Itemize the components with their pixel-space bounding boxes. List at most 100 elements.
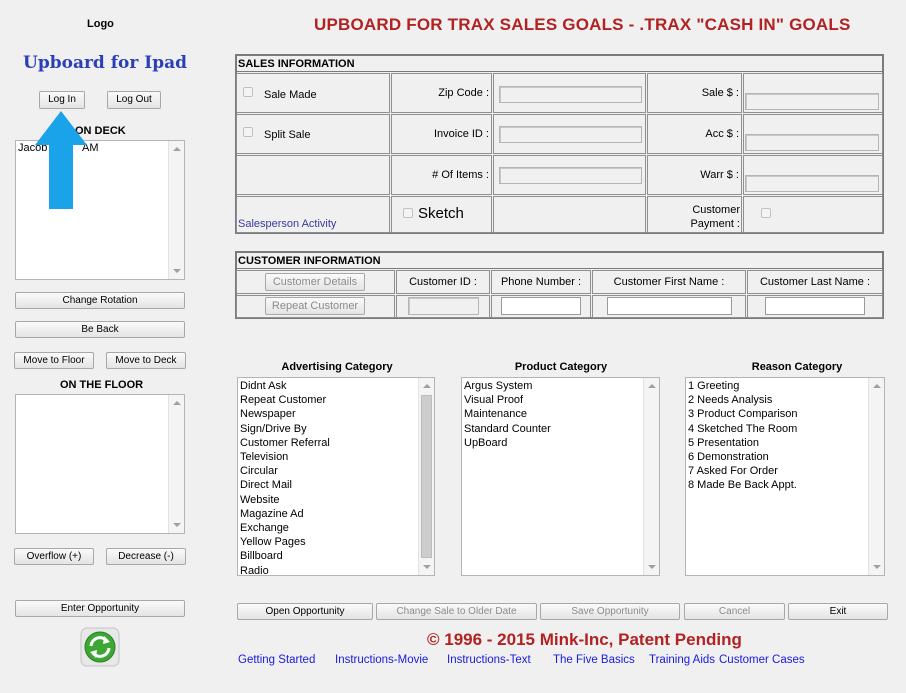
zip-code-field[interactable]	[499, 86, 642, 103]
list-item[interactable]: Didnt Ask	[240, 379, 330, 393]
change-sale-date-button[interactable]: Change Sale to Older Date	[376, 603, 537, 620]
acc-field[interactable]	[745, 134, 879, 151]
list-item[interactable]: 5 Presentation	[688, 436, 797, 450]
last-name-field[interactable]	[765, 297, 865, 315]
change-rotation-button[interactable]: Change Rotation	[15, 292, 185, 309]
on-the-floor-list[interactable]	[15, 394, 185, 534]
customer-section-title: CUSTOMER INFORMATION	[238, 255, 381, 267]
list-item[interactable]: UpBoard	[464, 436, 551, 450]
warr-label: Warr $ :	[700, 169, 739, 181]
list-item[interactable]: 4 Sketched The Room	[688, 422, 797, 436]
move-to-deck-button[interactable]: Move to Deck	[106, 352, 186, 369]
login-button[interactable]: Log In	[39, 91, 85, 109]
salesperson-activity-link[interactable]: Salesperson Activity	[238, 218, 336, 230]
scroll-down-icon[interactable]	[423, 565, 431, 569]
sales-cell	[236, 114, 390, 154]
scroll-down-icon[interactable]	[173, 523, 181, 527]
zip-code-label: Zip Code :	[438, 87, 489, 99]
reason-scrollbar[interactable]	[868, 378, 884, 575]
instructions-movie-link[interactable]: Instructions-Movie	[335, 654, 428, 666]
sales-section-title: SALES INFORMATION	[238, 58, 355, 70]
getting-started-link[interactable]: Getting Started	[238, 654, 315, 666]
list-item[interactable]: Argus System	[464, 379, 551, 393]
list-item[interactable]: 3 Product Comparison	[688, 407, 797, 421]
product-category-list[interactable]: Argus System Visual Proof Maintenance St…	[461, 377, 660, 576]
list-item[interactable]: Maintenance	[464, 407, 551, 421]
on-deck-scrollbar[interactable]	[168, 141, 184, 279]
sales-title-divider	[236, 71, 883, 72]
sale-made-checkbox[interactable]	[243, 87, 253, 97]
product-category-title: Product Category	[514, 361, 608, 373]
list-item[interactable]: Exchange	[240, 521, 330, 535]
scroll-up-icon[interactable]	[173, 401, 181, 405]
on-the-floor-title: ON THE FLOOR	[60, 379, 144, 391]
items-label: # Of Items :	[432, 169, 489, 181]
advertising-category-list[interactable]: Didnt Ask Repeat Customer Newspaper Sign…	[237, 377, 435, 576]
be-back-button[interactable]: Be Back	[15, 321, 185, 338]
list-item[interactable]: Circular	[240, 464, 330, 478]
scroll-down-icon[interactable]	[648, 565, 656, 569]
list-item[interactable]: 2 Needs Analysis	[688, 393, 797, 407]
scroll-up-icon[interactable]	[873, 384, 881, 388]
open-opportunity-button[interactable]: Open Opportunity	[237, 603, 373, 620]
logout-button[interactable]: Log Out	[107, 91, 161, 109]
sales-cell	[236, 155, 390, 195]
list-item[interactable]: Billboard	[240, 549, 330, 563]
scroll-up-icon[interactable]	[648, 384, 656, 388]
list-item[interactable]: Newspaper	[240, 407, 330, 421]
sales-cell	[493, 196, 646, 233]
five-basics-link[interactable]: The Five Basics	[553, 654, 635, 666]
phone-field[interactable]	[501, 297, 581, 315]
list-item[interactable]: Radio	[240, 564, 330, 575]
move-to-floor-button[interactable]: Move to Floor	[14, 352, 94, 369]
overflow-button[interactable]: Overflow (+)	[14, 548, 94, 565]
app-title: Upboard for Ipad	[23, 53, 187, 73]
training-aids-link[interactable]: Training Aids	[649, 654, 715, 666]
warr-field[interactable]	[745, 175, 879, 192]
list-item[interactable]: 7 Asked For Order	[688, 464, 797, 478]
product-scrollbar[interactable]	[643, 378, 659, 575]
cancel-button[interactable]: Cancel	[684, 603, 785, 620]
customer-payment-checkbox[interactable]	[761, 208, 771, 218]
list-item[interactable]: Yellow Pages	[240, 535, 330, 549]
sketch-checkbox[interactable]	[403, 208, 413, 218]
exit-button[interactable]: Exit	[788, 603, 888, 620]
list-item[interactable]: Television	[240, 450, 330, 464]
invoice-id-field[interactable]	[499, 126, 642, 143]
list-item[interactable]: Visual Proof	[464, 393, 551, 407]
list-item[interactable]: Magazine Ad	[240, 507, 330, 521]
instructions-text-link[interactable]: Instructions-Text	[447, 654, 531, 666]
split-sale-checkbox[interactable]	[243, 127, 253, 137]
list-item[interactable]: 8 Made Be Back Appt.	[688, 478, 797, 492]
customer-cases-link[interactable]: Customer Cases	[719, 654, 805, 666]
list-item[interactable]: 6 Demonstration	[688, 450, 797, 464]
enter-opportunity-button[interactable]: Enter Opportunity	[15, 600, 185, 617]
scroll-up-icon[interactable]	[173, 147, 181, 151]
scroll-down-icon[interactable]	[873, 565, 881, 569]
on-the-floor-scrollbar[interactable]	[168, 395, 184, 533]
customer-payment-label: Payment :	[690, 218, 740, 230]
scroll-up-icon[interactable]	[423, 384, 431, 388]
customer-details-button[interactable]: Customer Details	[265, 273, 365, 291]
scroll-down-icon[interactable]	[173, 269, 181, 273]
list-item[interactable]: Repeat Customer	[240, 393, 330, 407]
decrease-button[interactable]: Decrease (-)	[106, 548, 186, 565]
list-item[interactable]: Website	[240, 493, 330, 507]
scroll-thumb[interactable]	[421, 395, 432, 558]
first-name-label: Customer First Name :	[613, 276, 725, 288]
items-field[interactable]	[499, 167, 642, 184]
customer-id-field[interactable]	[408, 297, 479, 315]
save-opportunity-button[interactable]: Save Opportunity	[540, 603, 680, 620]
advertising-scrollbar[interactable]	[418, 378, 434, 575]
sale-amount-field[interactable]	[745, 93, 879, 110]
list-item[interactable]: Standard Counter	[464, 422, 551, 436]
list-item[interactable]: Customer Referral	[240, 436, 330, 450]
first-name-field[interactable]	[607, 297, 732, 315]
list-item[interactable]: 1 Greeting	[688, 379, 797, 393]
list-item[interactable]: Direct Mail	[240, 478, 330, 492]
list-item[interactable]: Sign/Drive By	[240, 422, 330, 436]
reason-category-list[interactable]: 1 Greeting 2 Needs Analysis 3 Product Co…	[685, 377, 885, 576]
advertising-category-title: Advertising Category	[281, 361, 393, 373]
refresh-icon[interactable]	[80, 627, 120, 667]
repeat-customer-button[interactable]: Repeat Customer	[265, 297, 365, 315]
